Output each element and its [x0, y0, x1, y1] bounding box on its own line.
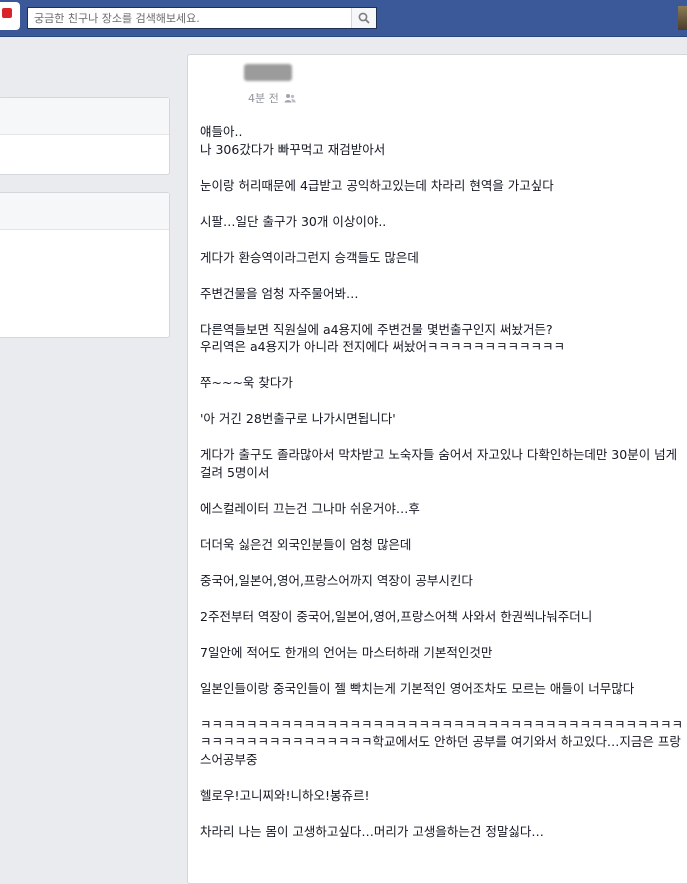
search-icon [358, 12, 370, 24]
profile-avatar[interactable] [678, 6, 687, 30]
top-navigation-bar [0, 0, 687, 37]
post-paragraph: 차라리 나는 몸이 고생하고싶다…머리가 고생을하는건 정말싫다… [200, 823, 544, 839]
left-sidebar-card-header [0, 193, 169, 230]
post-timestamp[interactable]: 4분 전 [248, 90, 279, 106]
post-paragraph: 일본인들이랑 중국인들이 젤 빡치는게 기본적인 영어조차도 모르는 애들이 너… [200, 680, 635, 696]
notification-badge [2, 8, 12, 18]
post-paragraph: 더더욱 싫은건 외국인분들이 엄청 많은데 [200, 536, 412, 552]
post-paragraph: 헬로우!고니찌와!니하오!봉쥬르! [200, 787, 370, 803]
post-paragraph: ㅋㅋㅋㅋㅋㅋㅋㅋㅋㅋㅋㅋㅋㅋㅋㅋㅋㅋㅋㅋㅋㅋㅋㅋㅋㅋㅋㅋㅋㅋㅋㅋㅋㅋㅋㅋㅋㅋㅋㅋ… [200, 716, 684, 767]
post-meta: 4분 전 [248, 90, 296, 106]
author-name-blurred[interactable] [244, 64, 292, 81]
search-button[interactable] [351, 8, 376, 28]
friends-audience-icon[interactable] [284, 93, 296, 103]
left-sidebar-card [0, 97, 170, 175]
post-paragraph: 게다가 출구도 졸라많아서 막차받고 노숙자들 숨어서 자고있나 다확인하는데만… [200, 447, 678, 480]
left-sidebar-card-header [0, 98, 169, 135]
post-paragraph: 중국어,일본어,영어,프랑스어까지 역장이 공부시킨다 [200, 572, 473, 588]
post-paragraph: 2주전부터 역장이 중국어,일본어,영어,프랑스어책 사와서 한권씩나눠주더니 [200, 608, 593, 624]
search-box [27, 7, 377, 29]
post-paragraph: 쭈~~~욱 찾다가 [200, 375, 293, 390]
post-body: 얘들아.. 나 306갔다가 빠꾸먹고 재검받아서 눈이랑 허리때문에 4급받고… [200, 123, 686, 859]
post-paragraph: 시팔…일단 출구가 30개 이상이야.. [200, 213, 387, 229]
post-paragraph: 얘들아.. 나 306갔다가 빠꾸먹고 재검받아서 [200, 124, 386, 157]
post-paragraph: 7일안에 적어도 한개의 언어는 마스터하래 기본적인것만 [200, 644, 493, 660]
post-card: 4분 전 얘들아.. 나 306갔다가 빠꾸먹고 재검받아서 눈이랑 허리때문에… [187, 54, 687, 884]
post-paragraph: '아 거긴 28번출구로 나가시면됩니다' [200, 411, 396, 426]
post-paragraph: 다른역들보면 직원실에 a4용지에 주변건물 몇번출구인지 써놨거든? 우리역은… [200, 321, 566, 355]
search-input[interactable] [28, 8, 353, 28]
notification-icon[interactable] [0, 2, 20, 30]
left-sidebar-card [0, 192, 170, 338]
post-paragraph: 에스컬레이터 끄는건 그나마 쉬운거야…후 [200, 500, 420, 516]
post-paragraph: 주변건물을 엄청 자주물어봐… [200, 285, 359, 301]
post-paragraph: 눈이랑 허리때문에 4급받고 공익하고있는데 차라리 현역을 가고싶다 [200, 177, 554, 193]
post-paragraph: 게다가 환승역이라그런지 승객들도 많은데 [200, 249, 419, 265]
